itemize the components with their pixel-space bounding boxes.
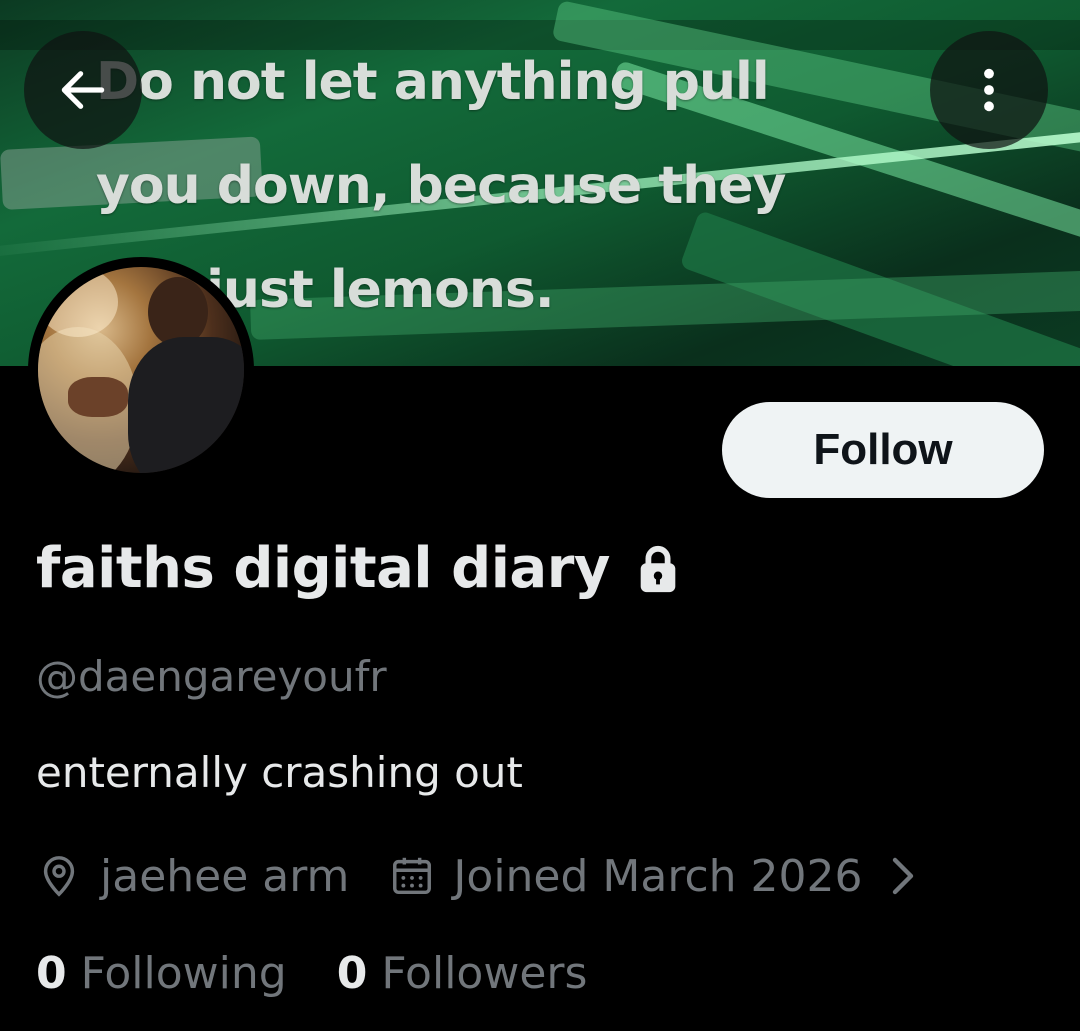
follow-stats: 0 Following 0 Followers <box>36 948 587 999</box>
display-name-row: faiths digital diary <box>36 536 680 601</box>
follow-button[interactable]: Follow <box>722 402 1044 498</box>
bio-text: enternally crashing out <box>36 748 523 797</box>
more-vertical-icon <box>984 68 994 112</box>
location-item: jaehee arm <box>36 851 349 902</box>
location-pin-icon <box>43 856 75 897</box>
following-link[interactable]: 0 Following <box>36 948 287 999</box>
banner-quote-line: you down, because they <box>96 156 786 216</box>
chevron-right-icon <box>892 857 913 895</box>
calendar-icon <box>393 857 432 895</box>
followers-count: 0 <box>336 948 368 999</box>
lock-icon <box>640 545 676 592</box>
arrow-left-icon <box>61 71 105 109</box>
followers-label: Followers <box>381 948 588 999</box>
avatar[interactable] <box>28 257 254 483</box>
joined-date-text: Joined March 2026 <box>453 850 863 902</box>
back-button[interactable] <box>24 31 142 149</box>
more-options-button[interactable] <box>930 31 1048 149</box>
username-handle: @daengareyoufr <box>36 652 387 701</box>
following-count: 0 <box>36 948 67 999</box>
joined-date-item[interactable]: Joined March 2026 <box>389 851 916 902</box>
location-text: jaehee arm <box>100 850 350 902</box>
banner-quote-line: Do not let anything pull <box>96 52 770 112</box>
profile-meta: jaehee arm Joined March 2026 <box>36 848 917 904</box>
followers-link[interactable]: 0 Followers <box>337 948 588 999</box>
following-label: Following <box>80 948 287 999</box>
display-name: faiths digital diary <box>36 536 610 601</box>
avatar-image <box>38 267 244 473</box>
